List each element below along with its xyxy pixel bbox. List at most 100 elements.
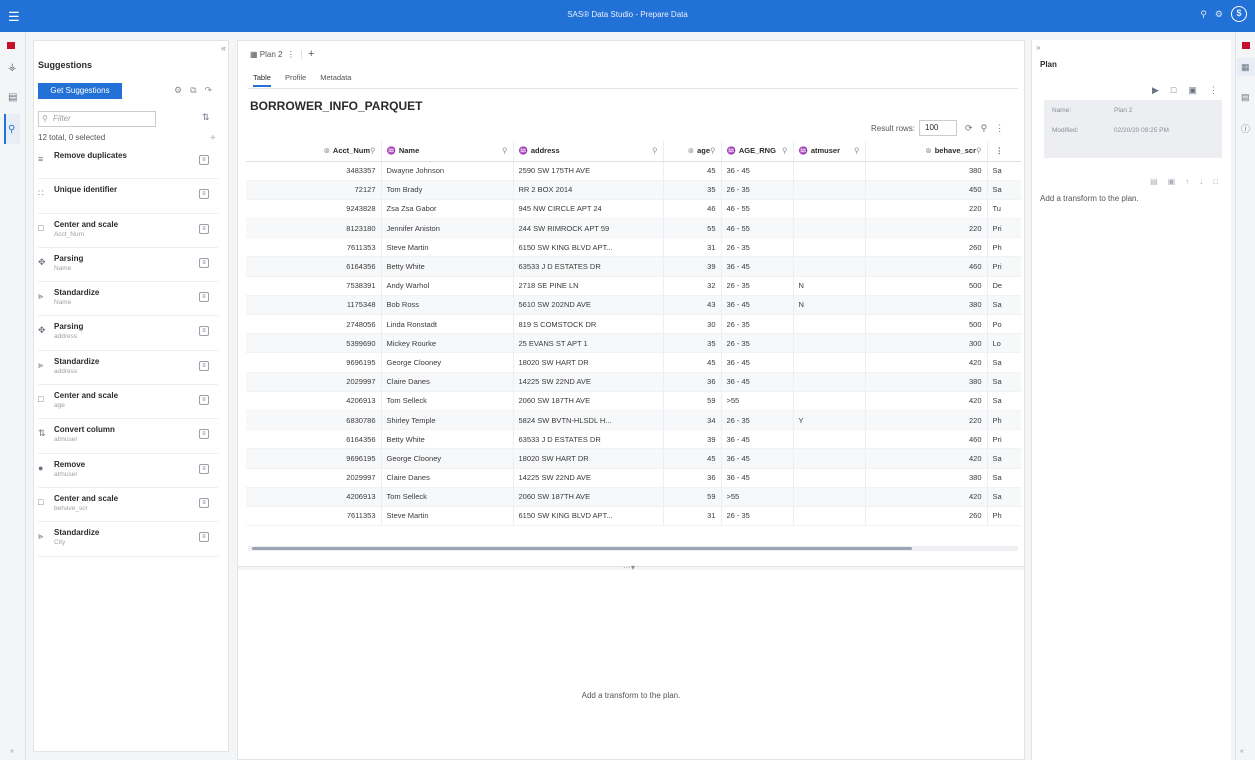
preview-icon[interactable]: ≡ <box>199 360 209 371</box>
preview-icon[interactable]: ≡ <box>199 497 209 508</box>
run-icon[interactable]: ▶ <box>1152 85 1159 96</box>
column-header[interactable]: ♒ Name ⚲ <box>381 141 514 162</box>
column-header[interactable]: ⊗ age ⚲ <box>663 141 722 162</box>
suggestion-item[interactable]: ✥ Parsing address ≡ <box>38 316 218 351</box>
move-up-icon[interactable]: ↑ <box>1185 177 1189 186</box>
splitter-handle-icon[interactable]: ···▾ <box>623 563 635 572</box>
table-row[interactable]: 7611353 Steve Martin 6150 SW KING BLVD APT… <box>246 506 1021 527</box>
tab-table[interactable]: Table <box>253 73 271 87</box>
table-row[interactable]: 4206913 Tom Selleck 2060 SW 187TH AVE 59 >55… <box>246 391 1021 411</box>
table-row[interactable]: 2029997 Claire Danes 14225 SW 22ND AVE 36 36… <box>246 468 1021 488</box>
lightbulb-icon[interactable]: ⚲ <box>8 124 15 135</box>
lightbulb-icon[interactable]: ⚲ <box>976 146 982 155</box>
suggestion-item[interactable]: ⪢ Standardize Name ≡ <box>38 282 218 317</box>
table-row[interactable]: 2748056 Linda Ronstadt 819 S COMSTOCK DR 30… <box>246 314 1021 335</box>
table-row[interactable]: 4206913 Tom Selleck 2060 SW 187TH AVE 59 >55… <box>246 487 1021 507</box>
table-row[interactable]: 9696195 George Clooney 18020 SW HART DR 45 3… <box>246 352 1021 373</box>
table-row[interactable]: 9696195 George Clooney 18020 SW HART DR 45 3… <box>246 448 1021 469</box>
code-icon[interactable]: □ <box>1171 85 1176 96</box>
lightbulb-icon[interactable]: ⚲ <box>370 146 376 155</box>
table-row[interactable]: 72127 Tom Brady RR 2 BOX 2014 35 26 - 35 450 S… <box>246 180 1021 200</box>
copy-icon[interactable]: ▤ <box>1150 177 1158 186</box>
column-header[interactable]: ⊗ Acct_Num ⚲ <box>246 141 382 162</box>
tab-profile[interactable]: Profile <box>285 73 306 87</box>
refresh-icon[interactable]: ⟳ <box>965 123 973 134</box>
table-row[interactable]: 7538391 Andy Warhol 2718 SE PINE LN 32 26 - … <box>246 276 1021 296</box>
preview-icon[interactable]: ≡ <box>199 463 209 474</box>
save-icon[interactable]: ▣ <box>1188 85 1197 96</box>
preview-icon[interactable]: ≡ <box>199 532 209 543</box>
expand-left-icon[interactable]: » <box>10 748 14 755</box>
suggestion-item[interactable]: ⪢ Standardize address ≡ <box>38 351 218 386</box>
info-icon[interactable]: ⓘ <box>1241 122 1250 135</box>
preview-icon[interactable]: ≡ <box>199 257 209 268</box>
table-row[interactable]: 6830786 Shirley Temple 5824 SW BVTN-HLSDL … <box>246 410 1021 431</box>
delete-icon[interactable]: □ <box>1213 177 1218 186</box>
lightbulb-icon[interactable]: ⚲ <box>782 146 788 155</box>
more-icon[interactable]: ⋮ <box>1209 85 1218 96</box>
tab-plan[interactable]: ▦ Plan 2 ⋮ <box>250 49 302 59</box>
get-suggestions-button[interactable]: Get Suggestions <box>38 83 122 99</box>
collapse-icon[interactable]: « <box>221 43 226 53</box>
table-row[interactable]: 8123180 Jennifer Aniston 244 SW RIMROCK AP… <box>246 218 1021 239</box>
column-header[interactable]: ♒ AGE_RNG ⚲ <box>721 141 794 162</box>
tab-metadata[interactable]: Metadata <box>320 73 351 87</box>
suggestion-item[interactable]: ≡ Remove duplicates ≡ <box>38 145 218 180</box>
suggestion-item[interactable]: ● Remove atmuser ≡ <box>38 454 218 488</box>
table-row[interactable]: 2029997 Claire Danes 14225 SW 22ND AVE 36 36… <box>246 372 1021 392</box>
settings-icon[interactable]: ⚙ <box>174 85 182 96</box>
table-row[interactable]: 5399690 Mickey Rourke 25 EVANS ST APT 1 35 2… <box>246 333 1021 354</box>
columns-icon[interactable]: ▤ <box>8 92 17 103</box>
paste-icon[interactable]: ▣ <box>1168 177 1176 186</box>
expand-icon[interactable]: » <box>1036 43 1040 52</box>
details-icon[interactable]: ▤ <box>1241 92 1250 103</box>
column-header[interactable]: ⋮ <box>987 141 1021 162</box>
column-header[interactable]: ♒ address ⚲ <box>513 141 664 162</box>
lightbulb-icon[interactable]: ⚲ <box>502 146 508 155</box>
filter-input[interactable]: Filter <box>38 111 156 127</box>
add-to-plan-icon[interactable]: ↷ <box>205 85 213 96</box>
table-row[interactable]: 3483357 Dwayne Johnson 2590 SW 175TH AVE 45… <box>246 161 1021 181</box>
column-header[interactable]: ⊗ behave_scr ⚲ <box>865 141 988 162</box>
column-header[interactable]: ♒ atmuser ⚲ <box>793 141 866 162</box>
preview-icon[interactable]: ≡ <box>199 223 209 234</box>
table-row[interactable]: 9243828 Zsa Zsa Gabor 945 NW CIRCLE APT 24… <box>246 199 1021 220</box>
preview-icon[interactable]: ≡ <box>199 395 209 406</box>
lightbulb-icon[interactable]: ⚲ <box>652 146 658 155</box>
horizontal-scrollbar[interactable] <box>252 547 912 550</box>
suggestion-item[interactable]: ∷ Unique identifier ≡ <box>38 179 218 214</box>
table-row[interactable]: 1175348 Bob Ross 5610 SW 202ND AVE 43 36 - 4… <box>246 295 1021 316</box>
lightbulb-icon[interactable]: ⚲ <box>854 146 860 155</box>
settings-icon[interactable]: ⚙ <box>1215 9 1223 20</box>
sort-icon[interactable]: ⇅ <box>202 112 210 123</box>
collapse-right-icon[interactable]: « <box>1240 748 1244 755</box>
table-cell: 45 <box>663 352 722 373</box>
suggestion-item[interactable]: ⇅ Convert column atmuser ≡ <box>38 419 218 454</box>
lightbulb-icon[interactable]: ⚲ <box>981 123 988 134</box>
table-row[interactable]: 7611353 Steve Martin 6150 SW KING BLVD APT… <box>246 237 1021 258</box>
suggestion-item[interactable]: □ Center and scale behave_scr ≡ <box>38 488 218 523</box>
preview-icon[interactable]: ≡ <box>199 292 209 303</box>
preview-icon[interactable]: ≡ <box>199 326 209 337</box>
copy-icon[interactable]: ⧉ <box>190 85 196 96</box>
lightbulb-icon[interactable]: ⚲ <box>710 146 716 155</box>
suggestion-item[interactable]: □ Center and scale Acct_Num ≡ <box>38 214 218 248</box>
suggestion-item[interactable]: □ Center and scale age ≡ <box>38 385 218 420</box>
add-icon[interactable]: + <box>210 133 216 144</box>
result-rows-input[interactable]: 100 <box>919 120 958 136</box>
suggestion-item[interactable]: ✥ Parsing Name ≡ <box>38 248 218 283</box>
splitter[interactable]: ···▾ <box>238 563 1024 572</box>
add-tab-icon[interactable]: + <box>308 48 314 60</box>
move-down-icon[interactable]: ↓ <box>1199 177 1203 186</box>
suggestion-item[interactable]: ⪢ Standardize City ≡ <box>38 522 218 557</box>
plan-icon[interactable]: ▦ <box>1241 62 1250 73</box>
preview-icon[interactable]: ≡ <box>199 189 209 200</box>
transform-icon[interactable]: ⚶ <box>8 62 17 73</box>
preview-icon[interactable]: ≡ <box>199 155 209 165</box>
table-row[interactable]: 6164356 Betty White 63533 J D ESTATES DR 39… <box>246 429 1021 450</box>
user-avatar[interactable]: $ <box>1231 6 1247 22</box>
table-row[interactable]: 6164356 Betty White 63533 J D ESTATES DR 39… <box>246 256 1021 277</box>
preview-icon[interactable]: ≡ <box>199 429 209 440</box>
search-icon[interactable]: ⚲ <box>1200 9 1207 20</box>
more-icon[interactable]: ⋮ <box>995 123 1004 134</box>
